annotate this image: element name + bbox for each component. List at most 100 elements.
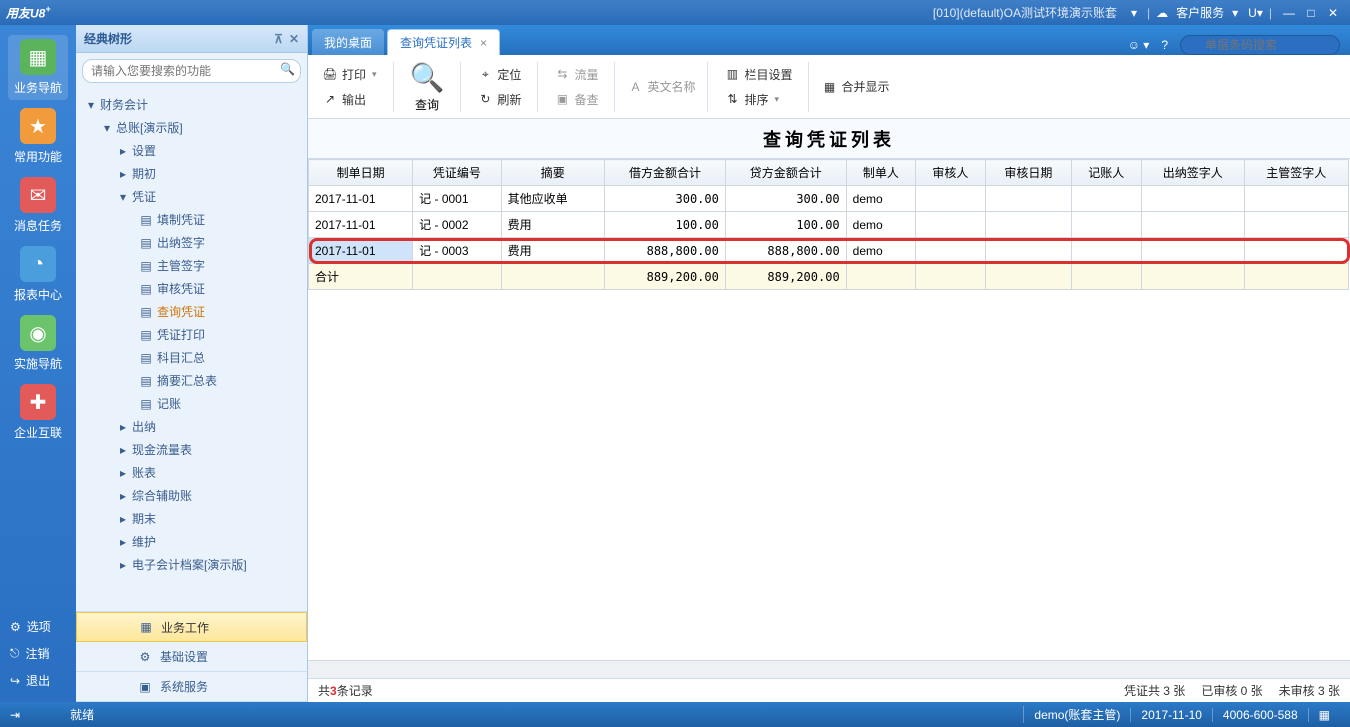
table-header[interactable]: 制单人	[846, 160, 915, 186]
tree-panel: 经典树形 ⊼ ✕ 🔍 ▾财务会计 ▾总账[演示版] ▸设置 ▸期初 ▾凭证 ▤填…	[76, 25, 308, 702]
horizontal-scrollbar[interactable]	[308, 660, 1350, 678]
nav-common[interactable]: ★常用功能	[8, 104, 68, 169]
tree-node-opening[interactable]: ▸期初	[76, 162, 307, 185]
dropdown-icon[interactable]: ▾	[1257, 6, 1263, 20]
search-icon[interactable]: 🔍	[280, 62, 295, 76]
chevron-down-icon[interactable]: ▾	[774, 94, 779, 105]
tree-leaf-query-v[interactable]: ▤查询凭证	[76, 300, 307, 323]
nav-business[interactable]: ▦业务导航	[8, 35, 68, 100]
tree-leaf-post[interactable]: ▤记账	[76, 392, 307, 415]
tree-node-gl[interactable]: ▾总账[演示版]	[76, 116, 307, 139]
magnifier-icon: 🔍	[410, 61, 445, 94]
doc-icon: ▤	[138, 397, 154, 411]
table-header[interactable]: 贷方金额合计	[725, 160, 846, 186]
sort-button[interactable]: ⇅排序▾	[722, 89, 794, 110]
table-header[interactable]: 出纳签字人	[1141, 160, 1244, 186]
chevron-down-icon[interactable]: ▾	[372, 69, 377, 80]
tree-node-ledger[interactable]: ▸账表	[76, 461, 307, 484]
voucher-count: 凭证共 3 张	[1124, 682, 1185, 699]
nav-enterprise[interactable]: ✚企业互联	[8, 380, 68, 445]
footer-tab-system[interactable]: ▣系统服务	[76, 672, 307, 702]
tree-node-aux[interactable]: ▸综合辅助账	[76, 484, 307, 507]
footer-tab-basic[interactable]: ⚙基础设置	[76, 642, 307, 672]
tree-node-cashflow[interactable]: ▸现金流量表	[76, 438, 307, 461]
tab-voucher-query[interactable]: 查询凭证列表×	[387, 29, 500, 55]
tree-leaf-subject-sum[interactable]: ▤科目汇总	[76, 346, 307, 369]
close-button[interactable]: ✕	[1322, 6, 1344, 20]
flow-button: ⇆流量	[552, 64, 600, 85]
exit-icon: ↪	[10, 674, 20, 688]
nav-implement[interactable]: ◉实施导航	[8, 311, 68, 376]
customer-service-link[interactable]: 客户服务	[1176, 4, 1224, 21]
env-dropdown-icon[interactable]: ▾	[1131, 6, 1137, 20]
nav-messages[interactable]: ✉消息任务	[8, 173, 68, 238]
logout-icon: ⎋	[10, 646, 20, 661]
table-row[interactable]: 2017-11-01记 - 0003费用888,800.00888,800.00…	[309, 238, 1350, 264]
query-button[interactable]: 🔍查询	[404, 59, 451, 115]
doc-icon: ▤	[138, 259, 154, 273]
table-header[interactable]: 记账人	[1072, 160, 1141, 186]
column-button[interactable]: ▥栏目设置	[722, 64, 794, 85]
app-logo: 用友U8+	[6, 4, 51, 21]
tree-node-period-end[interactable]: ▸期末	[76, 507, 307, 530]
maximize-button[interactable]: □	[1300, 6, 1322, 20]
tab-bar: 我的桌面 查询凭证列表× ☺ ▾ ? 🔍	[308, 25, 1350, 55]
tree-node-maint[interactable]: ▸维护	[76, 530, 307, 553]
list-footer: 共 3 条记录 凭证共 3 张 已审核 0 张 未审核 3 张	[308, 678, 1350, 702]
locate-icon: ⌖	[477, 66, 493, 82]
locate-button[interactable]: ⌖定位	[475, 64, 523, 85]
doc-icon: ▤	[138, 213, 154, 227]
footer-tab-business[interactable]: ▦业务工作	[76, 612, 307, 642]
help-icon[interactable]: ?	[1161, 38, 1168, 52]
table-header[interactable]: 审核人	[916, 160, 985, 186]
tree-leaf-create-v[interactable]: ▤填制凭证	[76, 208, 307, 231]
tree-search-input[interactable]	[82, 59, 301, 83]
tree-node-voucher[interactable]: ▾凭证	[76, 185, 307, 208]
expand-icon[interactable]: ⇥	[10, 708, 20, 722]
table-header[interactable]: 借方金额合计	[605, 160, 726, 186]
smiley-icon[interactable]: ☺ ▾	[1128, 38, 1150, 52]
table-row[interactable]: 2017-11-01记 - 0002费用100.00100.00demo	[309, 212, 1350, 238]
tree-leaf-audit-v[interactable]: ▤审核凭证	[76, 277, 307, 300]
table-header[interactable]: 制单日期	[309, 160, 413, 186]
biz-icon: ▦	[137, 620, 155, 634]
pin-icon[interactable]: ⊼	[274, 32, 283, 46]
close-panel-icon[interactable]: ✕	[289, 32, 299, 46]
table-row[interactable]: 2017-11-01记 - 0001其他应收单300.00300.00demo	[309, 186, 1350, 212]
merge-button[interactable]: ▦合并显示	[819, 76, 891, 97]
table-header[interactable]: 凭证编号	[413, 160, 501, 186]
status-qr-icon[interactable]: ▦	[1308, 708, 1340, 722]
audited-count: 已审核 0 张	[1201, 682, 1262, 699]
merge-icon: ▦	[821, 79, 837, 95]
backup-button: ▣备查	[552, 89, 600, 110]
printer-icon: 🖨	[322, 66, 338, 82]
tree-node-setting[interactable]: ▸设置	[76, 139, 307, 162]
table-header[interactable]: 主管签字人	[1245, 160, 1348, 186]
status-ready: 就绪	[70, 706, 94, 723]
tree-node-cashier[interactable]: ▸出纳	[76, 415, 307, 438]
close-tab-icon[interactable]: ×	[480, 36, 487, 50]
dropdown-icon[interactable]: ▾	[1232, 6, 1238, 20]
record-count: 3	[330, 684, 337, 698]
tree-leaf-print-v[interactable]: ▤凭证打印	[76, 323, 307, 346]
logout-link[interactable]: ⎋注销	[0, 640, 76, 667]
nav-reports[interactable]: ◔报表中心	[8, 242, 68, 307]
tab-desktop[interactable]: 我的桌面	[312, 29, 384, 55]
output-button[interactable]: ↗输出	[320, 89, 379, 110]
table-header[interactable]: 审核日期	[985, 160, 1071, 186]
tree-leaf-cashier-sign[interactable]: ▤出纳签字	[76, 231, 307, 254]
u-menu[interactable]: U	[1248, 6, 1257, 20]
table-header[interactable]: 摘要	[501, 160, 604, 186]
refresh-button[interactable]: ↻刷新	[475, 89, 523, 110]
minimize-button[interactable]: —	[1278, 6, 1300, 20]
tree-leaf-mgr-sign[interactable]: ▤主管签字	[76, 254, 307, 277]
print-button[interactable]: 🖨打印▾	[320, 64, 379, 85]
doc-icon: ▤	[138, 305, 154, 319]
tree-node-earchive[interactable]: ▸电子会计档案[演示版]	[76, 553, 307, 576]
options-link[interactable]: ⚙选项	[0, 613, 76, 640]
tree-node-finance[interactable]: ▾财务会计	[76, 93, 307, 116]
exit-link[interactable]: ↪退出	[0, 667, 76, 694]
english-button: A英文名称	[625, 76, 697, 97]
barcode-search-input[interactable]	[1180, 35, 1340, 55]
tree-leaf-summary-sum[interactable]: ▤摘要汇总表	[76, 369, 307, 392]
